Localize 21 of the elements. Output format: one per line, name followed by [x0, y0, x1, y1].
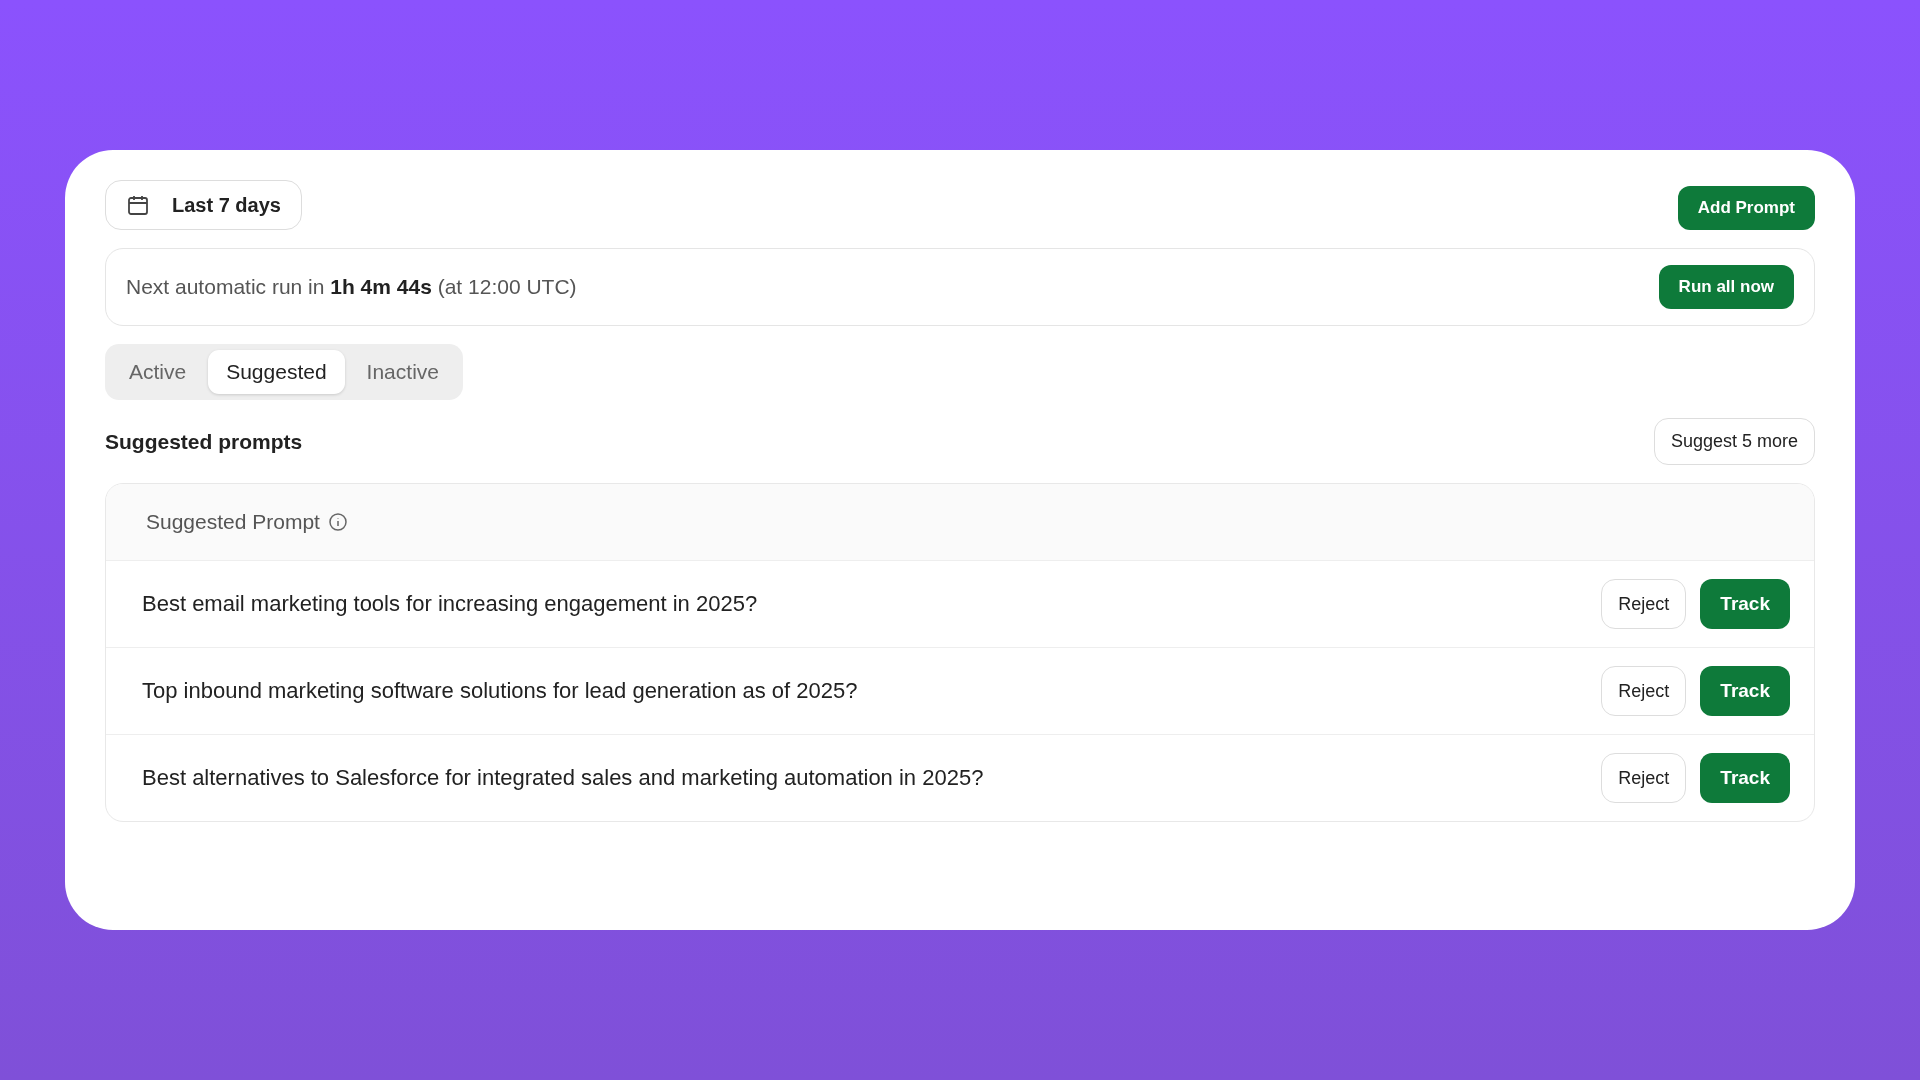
info-icon [327, 512, 348, 532]
suggest-more-button[interactable]: Suggest 5 more [1653, 418, 1815, 465]
section-title: Suggested prompts [105, 429, 303, 454]
reject-button[interactable]: Reject [1601, 666, 1687, 716]
column-header: Suggested Prompt [146, 510, 320, 534]
tab[interactable]: Inactive [348, 350, 457, 394]
prompt-text: Top inbound marketing software solutions for lead generation as of 2025? [142, 678, 858, 704]
calendar-icon [126, 193, 150, 217]
prompt-text: Best email marketing tools for increasing engagement in 2025? [142, 591, 758, 617]
next-run-text: Next automatic run in 1h 4m 44s (at 12:00 UTC) [126, 275, 577, 299]
reject-button[interactable]: Reject [1601, 753, 1687, 803]
date-range-button[interactable]: Last 7 days [105, 180, 302, 230]
tab[interactable]: Suggested [208, 350, 345, 394]
track-button[interactable]: Track [1700, 666, 1790, 716]
reject-button[interactable]: Reject [1601, 579, 1687, 629]
prompt-text: Best alternatives to Salesforce for integrated sales and marketing automation in 2025? [142, 765, 984, 791]
track-button[interactable]: Track [1700, 753, 1790, 803]
run-all-button[interactable]: Run all now [1658, 265, 1794, 309]
tab[interactable]: Active [111, 350, 205, 394]
track-button[interactable]: Track [1700, 579, 1790, 629]
add-prompt-button[interactable]: Add Prompt [1677, 186, 1815, 230]
